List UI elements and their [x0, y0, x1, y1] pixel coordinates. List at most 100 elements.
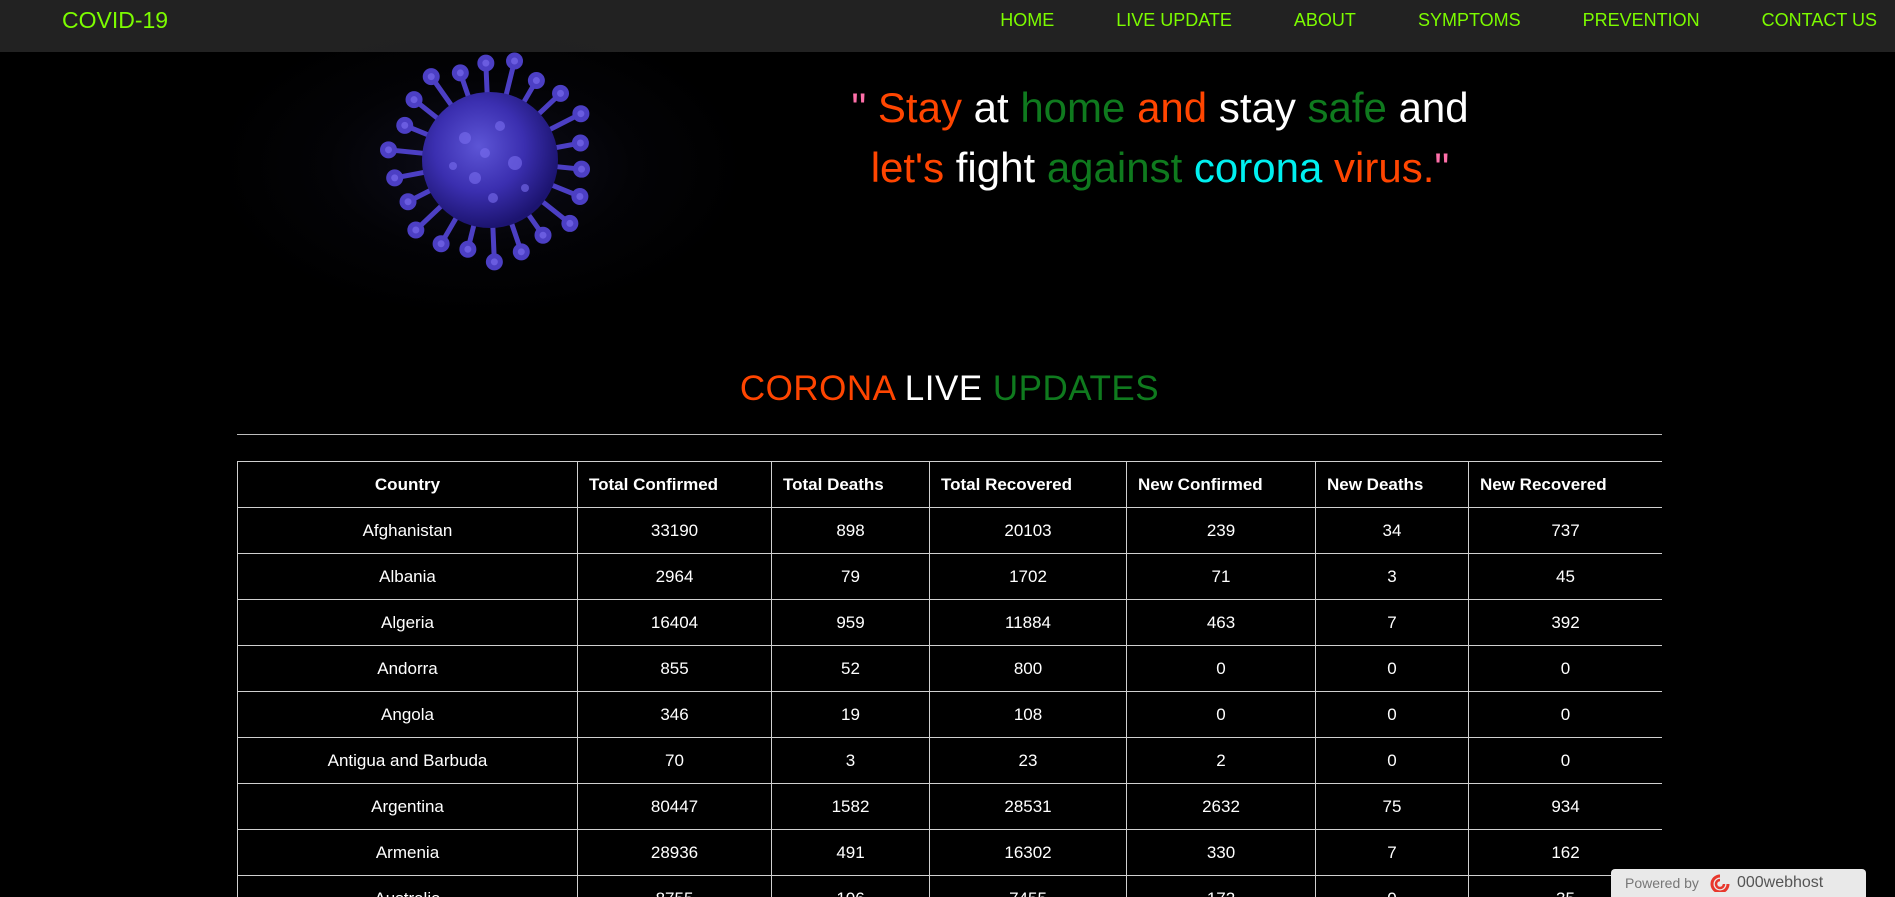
- cell-total-recovered: 28531: [929, 783, 1127, 830]
- table-row: Armenia 28936 491 16302 330 7 162: [237, 829, 1662, 876]
- cell-new-deaths: 0: [1315, 737, 1469, 784]
- coronavirus-illustration: [380, 52, 591, 271]
- quote-word: safe: [1307, 84, 1399, 131]
- quote-word: Stay: [877, 84, 974, 131]
- quote-word: and: [1137, 84, 1219, 131]
- cell-new-recovered: 0: [1468, 691, 1662, 738]
- quote-line-1: " Stay at home and stay safe and: [790, 78, 1530, 138]
- cell-total-recovered: 1702: [929, 553, 1127, 600]
- column-header-new-confirmed: New Confirmed: [1126, 461, 1316, 508]
- cell-new-confirmed: 172: [1126, 875, 1316, 897]
- quote-word: ": [851, 84, 878, 131]
- powered-by-label: Powered by: [1625, 875, 1699, 891]
- cell-new-confirmed: 0: [1126, 691, 1316, 738]
- cell-country: Afghanistan: [237, 507, 578, 554]
- cell-total-recovered: 23: [929, 737, 1127, 784]
- cell-total-recovered: 16302: [929, 829, 1127, 876]
- cell-total-deaths: 1582: [771, 783, 930, 830]
- cell-total-confirmed: 16404: [577, 599, 772, 646]
- live-updates-table: Country Total Confirmed Total Deaths Tot…: [237, 461, 1662, 897]
- column-header-new-recovered: New Recovered: [1468, 461, 1662, 508]
- cell-new-deaths: 7: [1315, 829, 1469, 876]
- cell-new-deaths: 75: [1315, 783, 1469, 830]
- table-row: Andorra 855 52 800 0 0 0: [237, 645, 1662, 692]
- cell-total-recovered: 7455: [929, 875, 1127, 897]
- cell-total-confirmed: 33190: [577, 507, 772, 554]
- cell-country: Armenia: [237, 829, 578, 876]
- cell-new-confirmed: 239: [1126, 507, 1316, 554]
- cell-total-deaths: 52: [771, 645, 930, 692]
- nav-about-link[interactable]: ABOUT: [1294, 10, 1356, 31]
- cell-country: Angola: [237, 691, 578, 738]
- cell-total-confirmed: 80447: [577, 783, 772, 830]
- cell-new-deaths: 0: [1315, 645, 1469, 692]
- cell-new-confirmed: 463: [1126, 599, 1316, 646]
- table-body: Afghanistan 33190 898 20103 239 34 737 Albania 2…: [237, 507, 1662, 897]
- cell-total-confirmed: 8755: [577, 875, 772, 897]
- quote-word: and: [1398, 84, 1469, 131]
- cell-total-confirmed: 346: [577, 691, 772, 738]
- nav-links: HOME LIVE UPDATE ABOUT SYMPTOMS PREVENTI…: [938, 0, 1877, 40]
- cell-total-deaths: 19: [771, 691, 930, 738]
- webhost-logo-icon: [1710, 874, 1730, 892]
- column-header-total-recovered: Total Recovered: [929, 461, 1127, 508]
- quote-word: corona: [1193, 144, 1335, 191]
- cell-new-recovered: 392: [1468, 599, 1662, 646]
- cell-new-recovered: 737: [1468, 507, 1662, 554]
- column-header-new-deaths: New Deaths: [1315, 461, 1469, 508]
- cell-total-confirmed: 70: [577, 737, 772, 784]
- cell-new-confirmed: 0: [1126, 645, 1316, 692]
- cell-new-confirmed: 2632: [1126, 783, 1316, 830]
- section-title-word: CORONA: [739, 369, 905, 408]
- cell-country: Albania: [237, 553, 578, 600]
- cell-country: Algeria: [237, 599, 578, 646]
- table-row: Albania 2964 79 1702 71 3 45: [237, 553, 1662, 600]
- cell-total-deaths: 491: [771, 829, 930, 876]
- quote-word: virus.: [1334, 144, 1435, 191]
- column-header-total-deaths: Total Deaths: [771, 461, 930, 508]
- nav-home-link[interactable]: HOME: [1000, 10, 1054, 31]
- cell-total-deaths: 898: [771, 507, 930, 554]
- nav-symptoms-link[interactable]: SYMPTOMS: [1418, 10, 1521, 31]
- section-divider: [237, 434, 1662, 435]
- table-row: Afghanistan 33190 898 20103 239 34 737: [237, 507, 1662, 554]
- cell-new-deaths: 0: [1315, 875, 1469, 897]
- cell-total-deaths: 106: [771, 875, 930, 897]
- cell-new-recovered: 0: [1468, 645, 1662, 692]
- quote-word: stay: [1218, 84, 1308, 131]
- quote-line-2: let's fight against corona virus.": [790, 138, 1530, 198]
- column-header-total-confirmed: Total Confirmed: [577, 461, 772, 508]
- powered-by-badge[interactable]: Powered by 000webhost: [1611, 869, 1866, 897]
- cell-new-recovered: 934: [1468, 783, 1662, 830]
- quote-word: against: [1046, 144, 1194, 191]
- cell-new-deaths: 0: [1315, 691, 1469, 738]
- cell-total-deaths: 3: [771, 737, 930, 784]
- table-row: Angola 346 19 108 0 0 0: [237, 691, 1662, 738]
- cell-new-recovered: 0: [1468, 737, 1662, 784]
- section-title: CORONA LIVE UPDATES: [237, 369, 1662, 409]
- cell-total-recovered: 20103: [929, 507, 1127, 554]
- cell-total-recovered: 11884: [929, 599, 1127, 646]
- table-header-row: Country Total Confirmed Total Deaths Tot…: [237, 461, 1662, 508]
- cell-new-deaths: 34: [1315, 507, 1469, 554]
- cell-total-deaths: 959: [771, 599, 930, 646]
- cell-new-recovered: 45: [1468, 553, 1662, 600]
- nav-prevention-link[interactable]: PREVENTION: [1583, 10, 1700, 31]
- nav-contact-us-link[interactable]: CONTACT US: [1762, 10, 1877, 31]
- cell-total-confirmed: 28936: [577, 829, 772, 876]
- quote-word: ": [1434, 144, 1450, 191]
- cell-total-recovered: 108: [929, 691, 1127, 738]
- section-title-word: LIVE: [904, 369, 993, 408]
- brand-link[interactable]: COVID-19: [62, 7, 168, 34]
- cell-new-confirmed: 2: [1126, 737, 1316, 784]
- quote-word: home: [1020, 84, 1138, 131]
- webhost-brand-name: 000webhost: [1736, 874, 1824, 891]
- cell-new-confirmed: 330: [1126, 829, 1316, 876]
- cell-country: Argentina: [237, 783, 578, 830]
- nav-live-update-link[interactable]: LIVE UPDATE: [1116, 10, 1232, 31]
- cell-country: Antigua and Barbuda: [237, 737, 578, 784]
- quote-word: at: [973, 84, 1021, 131]
- hero-quote: " Stay at home and stay safe and let's f…: [790, 78, 1530, 198]
- cell-country: Australia: [237, 875, 578, 897]
- column-header-country: Country: [237, 461, 578, 508]
